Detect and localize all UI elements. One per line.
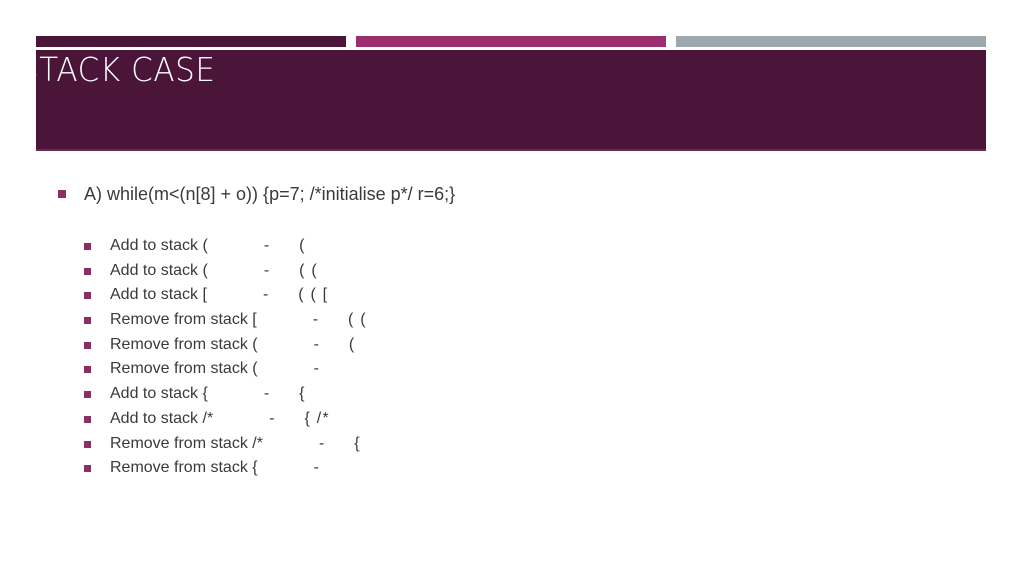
separator-dash: -	[262, 286, 269, 304]
separator-dash: -	[318, 434, 325, 452]
accent-bar-magenta	[356, 36, 666, 47]
stack-contents-text: ( (	[299, 261, 318, 279]
stack-operation-text: Add to stack {	[110, 385, 208, 403]
stack-operation-text: Remove from stack (	[110, 335, 258, 353]
page-title: STACK CASE	[19, 50, 216, 89]
list-item: Add to stack /* - { /*	[0, 407, 1024, 432]
list-item: Remove from stack /* - {	[0, 432, 1024, 457]
square-bullet-icon	[84, 440, 91, 448]
square-bullet-icon	[84, 341, 91, 349]
stack-operation-text: Remove from stack /*	[110, 434, 263, 452]
separator-dash: -	[313, 335, 319, 353]
top-bullet-text: A) while(m<(n[8] + o)) {p=7; /*initialis…	[84, 184, 456, 204]
list-item: Add to stack ( - ( (	[0, 259, 1024, 284]
separator-dash: -	[263, 237, 270, 254]
stack-contents-text: (	[299, 237, 306, 254]
square-bullet-icon	[84, 465, 91, 473]
separator-dash: -	[313, 360, 319, 378]
list-item: Remove from stack ( -	[0, 357, 1024, 382]
top-bullet-row: A) while(m<(n[8] + o)) {p=7; /*initialis…	[0, 178, 1024, 211]
list-item: Remove from stack { -	[0, 456, 1024, 481]
square-bullet-icon	[84, 317, 91, 325]
square-bullet-icon	[84, 292, 91, 300]
stack-contents-text: {	[354, 434, 361, 452]
stack-contents-text: (	[348, 335, 356, 353]
slide-canvas: STACK CASE A) while(m<(n[8] + o)) {p=7; …	[0, 0, 1024, 576]
square-bullet-icon	[84, 391, 91, 399]
list-item: Remove from stack ( - (	[0, 333, 1024, 358]
stack-operation-text: Add to stack (	[110, 237, 208, 254]
stack-operation-text: Add to stack [	[110, 286, 207, 304]
square-bullet-icon	[84, 415, 91, 423]
title-band-bottom-edge	[36, 149, 986, 151]
stack-contents-text: ( (	[348, 311, 367, 329]
stack-operation-text: Add to stack (	[110, 261, 208, 279]
list-item: Add to stack { - {	[0, 382, 1024, 407]
stack-operation-text: Remove from stack [	[110, 311, 257, 329]
stack-operation-text: Add to stack /*	[110, 409, 214, 427]
accent-bar-gray-blue	[676, 36, 986, 47]
square-bullet-icon	[84, 366, 91, 374]
square-bullet-icon	[84, 243, 91, 250]
stack-operation-text: Remove from stack {	[110, 459, 258, 477]
separator-dash: -	[263, 261, 270, 279]
stack-contents-text: { /*	[304, 409, 330, 427]
stack-operation-text: Remove from stack (	[110, 360, 258, 378]
accent-bar-dark-plum	[36, 36, 346, 47]
square-bullet-icon	[84, 267, 91, 275]
separator-dash: -	[313, 459, 319, 477]
square-bullet-icon	[58, 190, 66, 198]
list-item: Add to stack [ - ( ( [	[0, 283, 1024, 308]
slide-body: A) while(m<(n[8] + o)) {p=7; /*initialis…	[0, 178, 1024, 481]
list-item: Add to stack ( - (	[0, 234, 1024, 259]
separator-dash: -	[269, 409, 275, 427]
stack-contents-text: ( ( [	[298, 286, 329, 304]
list-item: Remove from stack [ - ( (	[0, 308, 1024, 333]
separator-dash: -	[263, 385, 270, 403]
stack-trace-list: Add to stack (-(Add to stack (-( (Add to…	[0, 234, 1024, 481]
separator-dash: -	[312, 311, 319, 329]
stack-contents-text: {	[299, 385, 306, 403]
